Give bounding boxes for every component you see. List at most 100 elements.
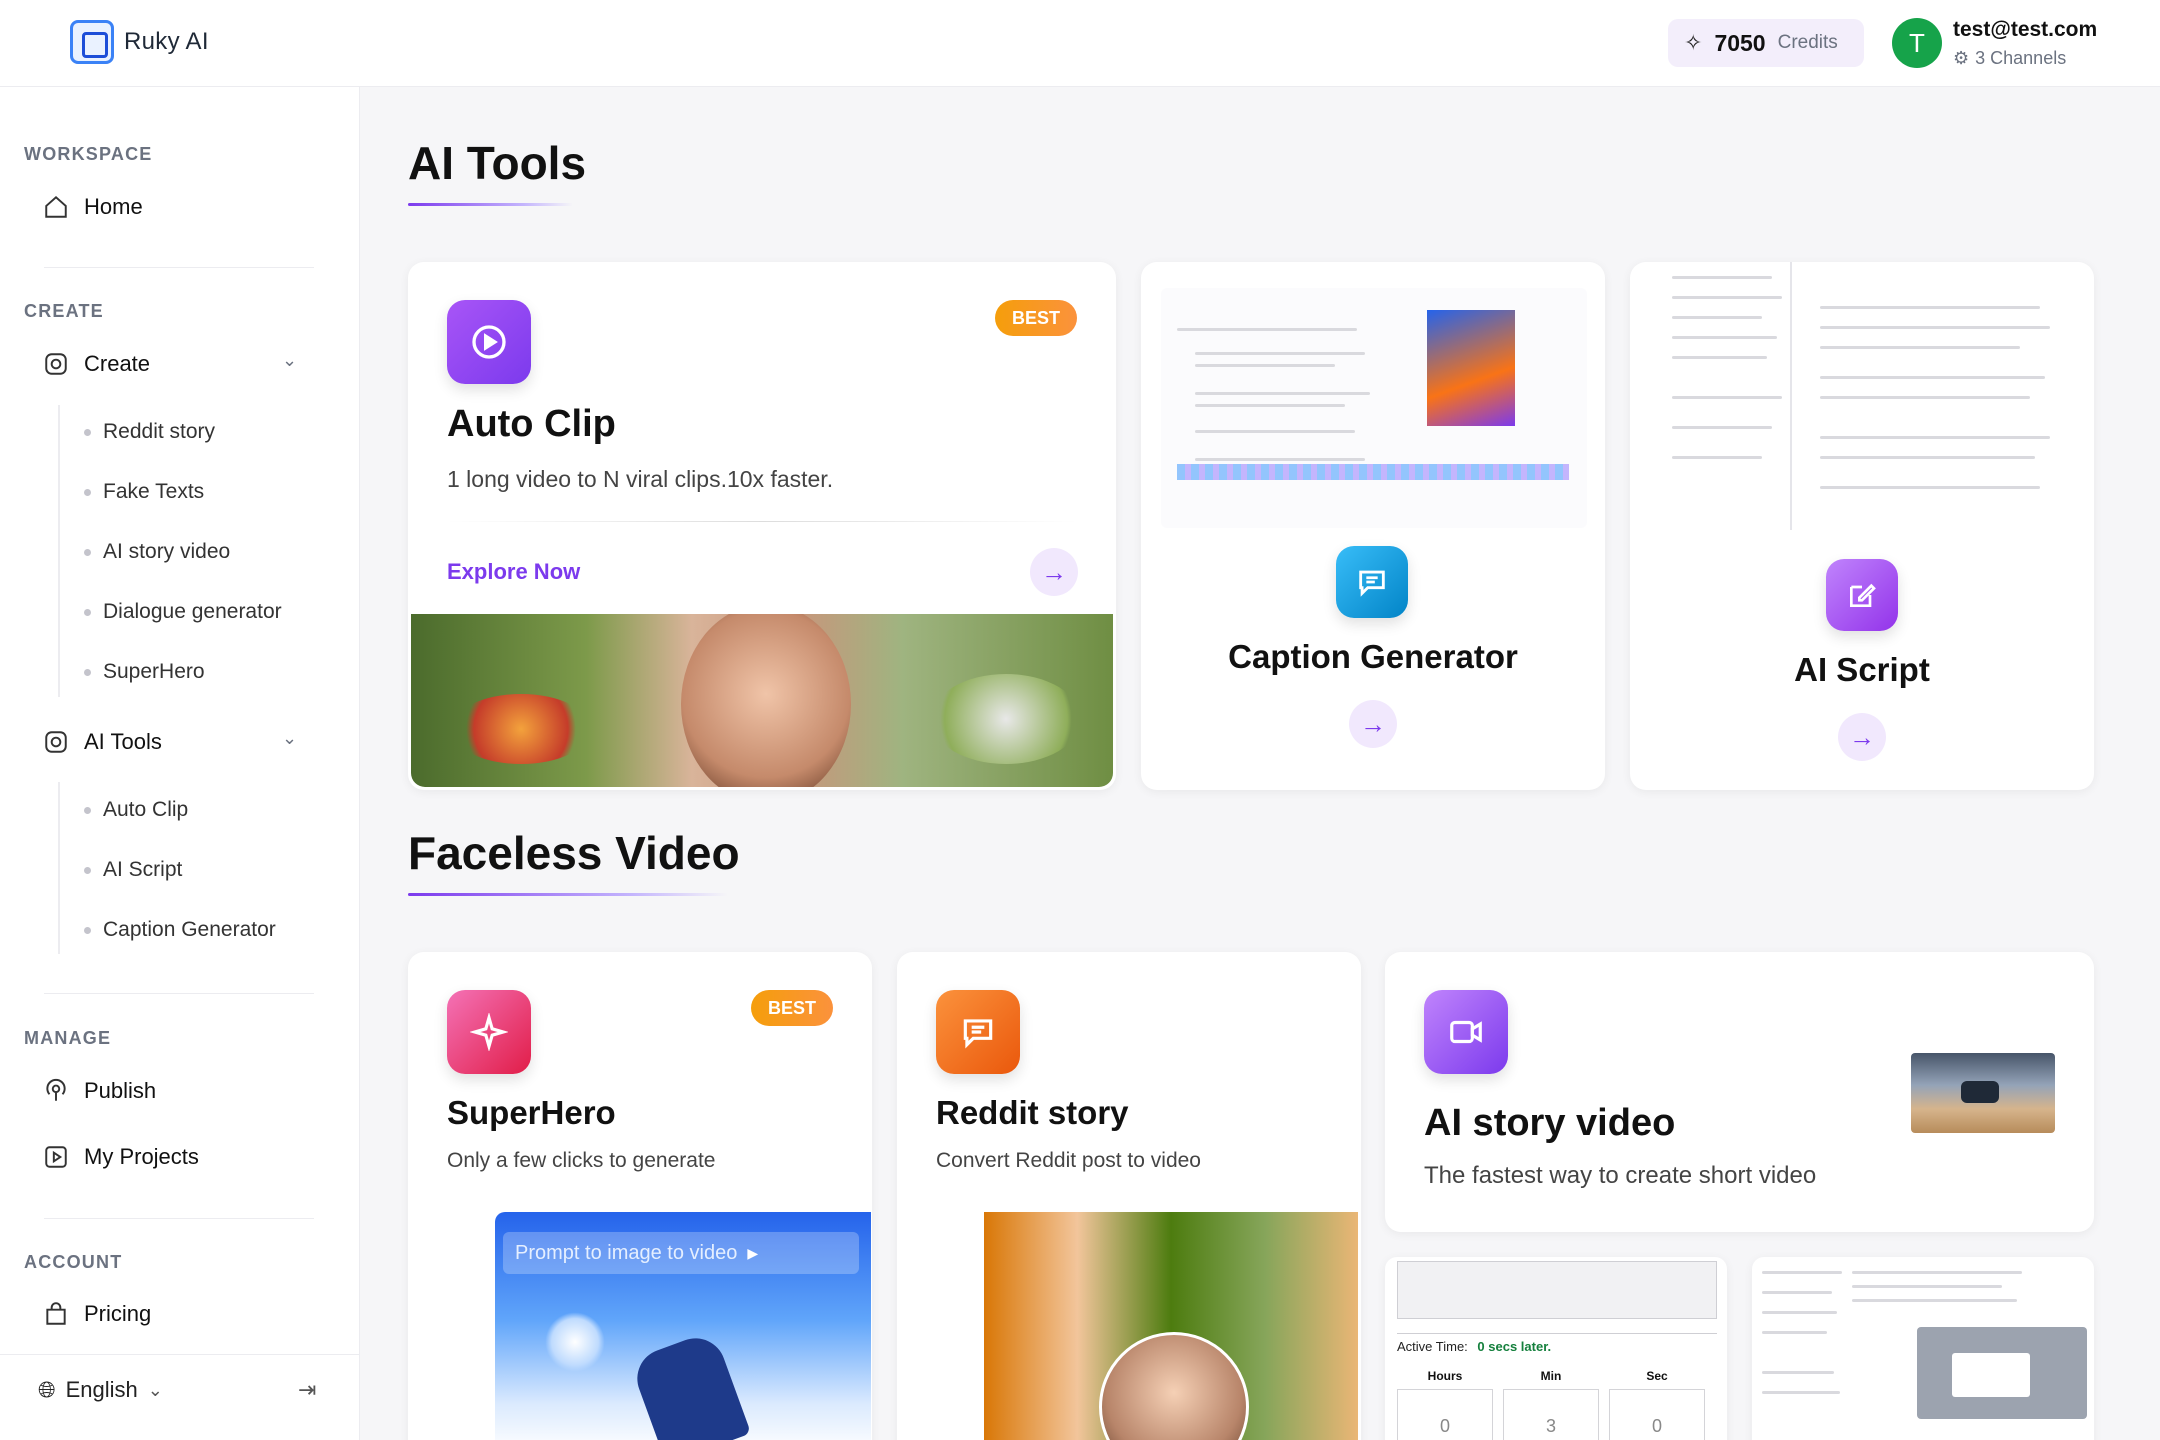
sidebar-item-label: Create [84,351,151,376]
card-title: Reddit story [936,1094,1129,1131]
active-time-label: Active Time: [1397,1339,1468,1354]
sidebar-item-create[interactable]: Create [42,350,150,378]
sidebar-item-pricing[interactable]: Pricing [42,1300,151,1328]
best-badge: BEST [751,990,834,1026]
card-title: AI Script [1794,651,1930,688]
ai-story-video-thumbnail [1911,1053,2055,1133]
sidebar-item-publish[interactable]: Publish [42,1077,156,1105]
ai-tools-heading: AI Tools [408,137,587,189]
divider [44,267,314,268]
best-badge: BEST [995,300,1078,336]
preview-label: Prompt to image to video [515,1241,738,1264]
sidebar-item-label: Home [84,194,143,219]
card-description: Only a few clicks to generate [447,1149,716,1172]
channels-count: ⚙ 3 Channels [1953,48,2066,69]
sidebar-subitem-ai-story-video[interactable]: AI story video [84,540,230,564]
auto-clip-card[interactable]: BEST Auto Clip 1 long video to N viral c… [408,262,1116,790]
sidebar-subitem-ai-script[interactable]: AI Script [84,858,182,882]
min-label: Min [1540,1369,1562,1383]
sidebar-subitem-fake-texts[interactable]: Fake Texts [84,480,204,504]
divider [44,1218,314,1219]
language-selector[interactable]: 🌐︎ English ⌄ [38,1377,163,1403]
sec-label: Sec [1646,1369,1668,1383]
dialogue-generator-preview [1752,1257,2094,1440]
ai-story-video-card[interactable]: AI story video The fastest way to create… [1385,952,2094,1232]
channels-icon: ⚙ [1953,48,1970,68]
chevron-down-icon[interactable]: ⌄ [282,350,297,371]
caption-editor-preview [1161,288,1587,528]
credits-pill[interactable]: ✧ 7050 Credits [1668,19,1864,67]
workspace-section-label: WORKSPACE [24,144,153,164]
arrow-right-icon[interactable]: → [1838,713,1886,761]
credits-label: Credits [1777,32,1838,53]
play-circle-icon [447,300,531,384]
message-square-icon [936,990,1020,1074]
card-title: SuperHero [447,1094,616,1131]
explore-now-link[interactable]: Explore Now [447,559,580,585]
script-document-preview [1652,262,2072,530]
sidebar: WORKSPACE Home CREATE Create ⌄ Reddit st… [0,87,360,1440]
edit-icon [1826,559,1898,631]
auto-clip-preview-image [411,614,1113,787]
account-section-label: ACCOUNT [24,1252,123,1272]
sidebar-item-ai-tools[interactable]: AI Tools [42,728,162,756]
hours-value[interactable]: 0 [1397,1389,1493,1440]
sparkles-icon [447,990,531,1074]
home-icon [42,193,70,221]
card-title: Caption Generator [1228,638,1518,675]
submenu-guide-line [58,782,60,954]
card-description: 1 long video to N viral clips.10x faster… [447,466,834,492]
create-icon [42,350,70,378]
logo[interactable]: Ruky AI [70,20,209,64]
sidebar-subitem-dialogue-generator[interactable]: Dialogue generator [84,600,282,624]
logout-icon[interactable]: ⇥ [298,1377,316,1403]
ai-script-card[interactable]: AI Script → [1630,262,2094,790]
arrow-right-icon[interactable]: → [1349,700,1397,748]
sidebar-subitem-caption-generator[interactable]: Caption Generator [84,918,276,942]
ai-tools-icon [42,728,70,756]
card-title: Auto Clip [447,403,616,445]
shopping-bag-icon [42,1300,70,1328]
broadcast-icon [42,1077,70,1105]
avatar[interactable]: T [1892,18,1942,68]
sidebar-item-label: Pricing [84,1301,152,1326]
sidebar-footer: 🌐︎ English ⌄ ⇥ [0,1354,360,1440]
chip-logo-icon [70,20,114,64]
user-email[interactable]: test@test.com [1953,18,2097,42]
superhero-preview-image: Prompt to image to video ▶ [495,1212,871,1440]
sidebar-item-home[interactable]: Home [42,193,143,221]
divider [44,993,314,994]
channels-text: 3 Channels [1975,48,2067,68]
superhero-card[interactable]: BEST SuperHero Only a few clicks to gene… [408,952,872,1440]
arrow-right-icon[interactable]: → [1030,548,1078,596]
sidebar-item-my-projects[interactable]: My Projects [42,1143,199,1171]
language-label: English [65,1377,138,1402]
active-time-value: 0 secs later. [1477,1339,1552,1354]
chevron-down-icon[interactable]: ⌄ [282,728,297,749]
sidebar-subitem-superhero[interactable]: SuperHero [84,660,205,684]
sidebar-subitem-reddit-story[interactable]: Reddit story [84,420,215,444]
chevron-down-icon: ⌄ [147,1379,163,1400]
sidebar-item-label: AI Tools [84,729,162,754]
manage-section-label: MANAGE [24,1028,112,1048]
globe-icon: 🌐︎ [38,1377,56,1402]
caption-generator-card[interactable]: Caption Generator → [1141,262,1605,790]
sec-value[interactable]: 0 [1609,1389,1705,1440]
message-square-icon [1336,546,1408,618]
play-square-icon [42,1143,70,1171]
card-divider [447,521,1077,522]
top-header: Ruky AI ✧ 7050 Credits T test@test.com ⚙… [0,0,2160,87]
play-icon: ▶ [747,1244,759,1261]
min-value[interactable]: 3 [1503,1389,1599,1440]
card-description: The fastest way to create short video [1424,1162,1817,1189]
logo-text: Ruky AI [124,28,209,55]
sidebar-item-label: Publish [84,1078,157,1103]
heading-underline [408,203,573,206]
sparkle-icon: ✧ [1684,30,1703,55]
sidebar-subitem-auto-clip[interactable]: Auto Clip [84,798,188,822]
credits-value: 7050 [1714,29,1766,56]
card-title: AI story video [1424,1102,1676,1144]
faceless-video-heading: Faceless Video [408,827,740,879]
submenu-guide-line [58,405,60,697]
reddit-story-card[interactable]: Reddit story Convert Reddit post to vide… [897,952,1361,1440]
